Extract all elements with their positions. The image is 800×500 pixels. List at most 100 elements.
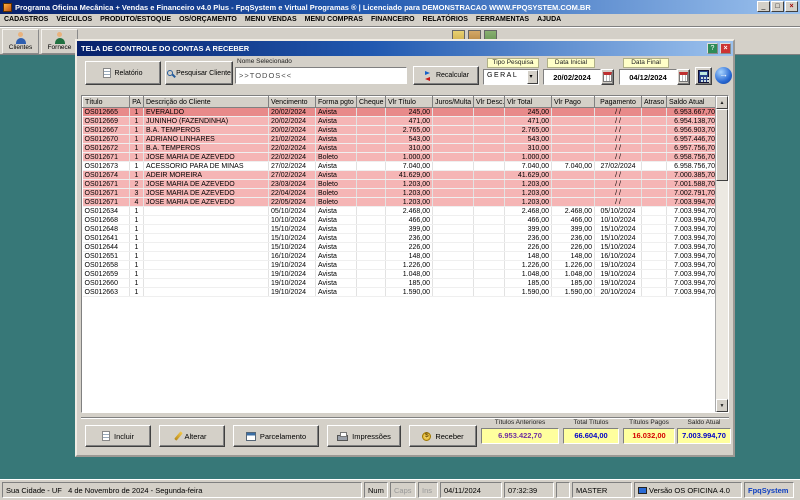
table-row[interactable]: OS012671 4 JOSE MARIA DE AZEVEDO 22/05/2… [82,197,718,207]
cell-cliente [143,278,269,288]
table-row[interactable]: OS012641 1 15/10/2024 Avista 236,00 236,… [82,233,718,243]
cell-juros-multa [432,188,474,198]
menu-item[interactable]: AJUDA [533,14,565,26]
status-segment: FpqSystem [744,482,794,498]
toolbar-button[interactable]: Clientes [2,29,39,54]
status-text: MASTER [576,485,608,495]
menu-item[interactable]: FERRAMENTAS [472,14,533,26]
table-row[interactable]: OS012663 1 19/10/2024 Avista 1.590,00 1.… [82,287,718,297]
cell-juros-multa [432,143,474,153]
relatorio-button[interactable]: Relatório [85,61,161,85]
table-row[interactable]: OS012671 3 JOSE MARIA DE AZEVEDO 22/04/2… [82,188,718,198]
cell-atraso [641,197,667,207]
column-header[interactable]: Vlr Desc. [473,96,505,108]
table-row[interactable]: OS012668 1 10/10/2024 Avista 466,00 466,… [82,215,718,225]
table-row[interactable]: OS012634 1 05/10/2024 Avista 2.468,00 2.… [82,206,718,216]
table-row[interactable]: OS012660 1 19/10/2024 Avista 185,00 185,… [82,278,718,288]
cell-pagamento: / / [594,134,642,144]
cell-vlr-total: 1.000,00 [504,152,552,162]
minimize-button[interactable]: _ [757,1,770,12]
status-text: Versão OS OFICINA 4.0 [649,485,730,495]
menu-item[interactable]: MENU VENDAS [241,14,301,26]
cell-pa: 3 [129,188,144,198]
recalcular-button[interactable]: Recalcular [413,66,479,85]
close-button[interactable]: × [785,1,798,12]
pesquisar-cliente-button[interactable]: Pesquisar Cliente [165,61,233,85]
vertical-scrollbar[interactable] [715,96,728,412]
column-header[interactable]: Descrição do Cliente [143,96,269,108]
scroll-thumb[interactable] [716,109,728,181]
cell-saldo-atual: 7.003.994,70 [666,251,718,261]
cell-cheque [356,224,386,234]
cell-forma-pgto: Boleto [315,188,357,198]
dialog-titlebar[interactable]: TELA DE CONTROLE DO CONTAS A RECEBER ? × [77,41,733,56]
menu-item[interactable]: FINANCEIRO [367,14,419,26]
cell-cliente [143,215,269,225]
window-titlebar[interactable]: Programa Oficina Mecânica + Vendas e Fin… [0,0,800,14]
column-header[interactable]: Juros/Multa [432,96,474,108]
table-row[interactable]: OS012670 1 ADRIANO LINHARES 21/02/2024 A… [82,134,718,144]
cell-juros-multa [432,215,474,225]
nome-selecionado-label: Nome Selecionado [237,58,292,65]
scroll-up-icon[interactable] [716,96,728,109]
column-header[interactable]: Vlr Total [504,96,552,108]
go-button[interactable] [715,67,732,84]
table-row[interactable]: OS012667 1 B.A. TEMPEROS 20/02/2024 Avis… [82,125,718,135]
cell-cliente [143,233,269,243]
menu-item[interactable]: OS/ORÇAMENTO [175,14,241,26]
scroll-down-icon[interactable] [716,399,728,412]
table-row[interactable]: OS012665 1 EVERALDO 20/02/2024 Avista 24… [82,107,718,117]
person-body [54,37,65,44]
table-row[interactable]: OS012658 1 19/10/2024 Avista 1.226,00 1.… [82,260,718,270]
cell-forma-pgto: Avista [315,278,357,288]
total-value: 66.604,00 [563,428,619,444]
column-header[interactable]: Vlr Título [385,96,433,108]
menu-item[interactable]: PRODUTO/ESTOQUE [96,14,175,26]
status-segment: 07:32:39 [504,482,554,498]
tipo-pesquisa-select[interactable]: GERAL [483,69,539,85]
cell-forma-pgto: Avista [315,170,357,180]
table-row[interactable]: OS012659 1 19/10/2024 Avista 1.048,00 1.… [82,269,718,279]
data-final-calendar-button[interactable] [677,69,690,85]
cell-vlr-desc [473,161,505,171]
menu-item[interactable]: CADASTROS [0,14,52,26]
column-header[interactable]: Cheque [356,96,386,108]
cell-vlr-titulo: 1.226,00 [385,260,433,270]
dialog-help-button[interactable]: ? [707,43,718,54]
column-header[interactable]: Atraso [641,96,667,108]
maximize-button[interactable]: □ [771,1,784,12]
menu-item[interactable]: RELATÓRIOS [419,14,472,26]
table-row[interactable]: OS012651 1 16/10/2024 Avista 148,00 148,… [82,251,718,261]
column-header[interactable]: Forma pgto [315,96,357,108]
menu-item[interactable]: MENU COMPRAS [301,14,367,26]
column-header[interactable]: Saldo Atual [666,96,718,108]
table-row[interactable]: OS012672 1 B.A. TEMPEROS 22/02/2024 Avis… [82,143,718,153]
cell-juros-multa [432,107,474,117]
data-inicial-calendar-button[interactable] [601,69,614,85]
cell-saldo-atual: 7.003.994,70 [666,260,718,270]
table-row[interactable]: OS012671 2 JOSE MARIA DE AZEVEDO 23/03/2… [82,179,718,189]
cell-forma-pgto: Avista [315,134,357,144]
column-header[interactable]: Vencimento [268,96,316,108]
column-header[interactable]: PA [129,96,144,108]
table-row[interactable]: OS012674 1 ADEIR MOREIRA 27/02/2024 Avis… [82,170,718,180]
cell-cheque [356,179,386,189]
table-row[interactable]: OS012671 1 JOSE MARIA DE AZEVEDO 22/02/2… [82,152,718,162]
calculator-button[interactable] [695,67,712,85]
nome-selecionado-field[interactable]: >>TODOS<< [235,67,407,84]
column-header[interactable]: Pagamento [594,96,642,108]
column-header[interactable]: Vlr Pago [551,96,595,108]
data-final-field[interactable]: 04/12/2024 [619,69,677,85]
cell-vlr-pago [551,197,595,207]
calculator-icon [698,69,709,83]
toolbar-button[interactable]: Fornece [41,29,78,54]
table-row[interactable]: OS012644 1 15/10/2024 Avista 226,00 226,… [82,242,718,252]
table-row[interactable]: OS012673 1 ACESSORIO PARA DE MINAS 27/02… [82,161,718,171]
column-header[interactable]: Título [82,96,130,108]
table-row[interactable]: OS012669 1 JUNINHO (FAZENDINHA) 20/02/20… [82,116,718,126]
dropdown-arrow-icon[interactable] [527,70,538,84]
table-row[interactable]: OS012648 1 15/10/2024 Avista 399,00 399,… [82,224,718,234]
menu-item[interactable]: VEICULOS [52,14,96,26]
dialog-close-button[interactable]: × [720,43,731,54]
data-inicial-field[interactable]: 20/02/2024 [543,69,601,85]
